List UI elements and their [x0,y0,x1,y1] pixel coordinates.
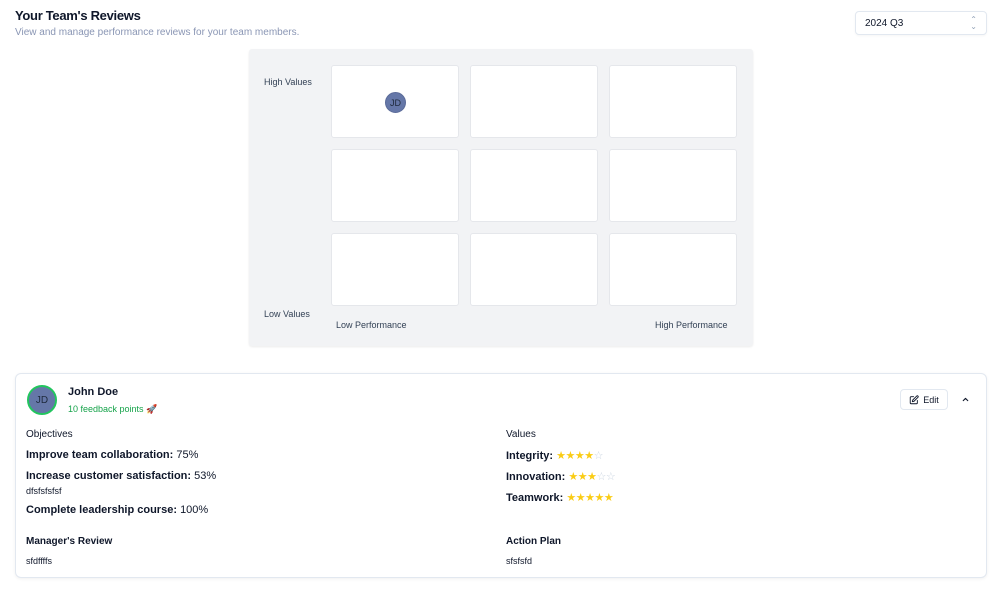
star-filled-icon: ★ [574,450,585,462]
grid-cell-mid-low[interactable] [331,149,459,222]
star-rating: ★★★☆☆ [568,471,615,483]
grid-cell-high-high[interactable] [609,65,737,138]
objective-item: Increase customer satisfaction: 53% [26,470,217,482]
y-axis-low-label: Low Values [264,309,310,319]
action-plan-heading: Action Plan [506,536,562,547]
star-filled-icon: ★ [594,492,604,504]
star-empty-icon: ☆ [596,471,606,483]
feedback-points: 10 feedback points 🚀 [68,404,158,414]
action-plan-text: sfsfsfd [506,556,533,566]
grid-cell-mid-high[interactable] [609,149,737,222]
value-item: Integrity: ★★★★☆ [506,450,604,462]
managers-review-text: sfdffffs [26,556,53,566]
page-title: Your Team's Reviews [15,8,141,23]
grid-cell-high-mid[interactable] [470,65,598,138]
edit-button-label: Edit [923,394,939,405]
avatar[interactable]: JD [385,92,406,113]
star-rating: ★★★★☆ [556,450,603,462]
member-name: John Doe [68,386,119,398]
review-card: JD John Doe 10 feedback points 🚀 Edit Ob… [15,373,987,578]
star-empty-icon: ☆ [593,450,604,462]
star-filled-icon: ★ [577,471,588,483]
chevron-up-icon [962,397,968,401]
star-empty-icon: ☆ [605,471,616,483]
nine-box-grid: High Values Low Values Low Performance H… [249,49,753,346]
star-filled-icon: ★ [584,450,594,462]
chevron-up-down-icon: ⌃ ⌄ [970,14,977,31]
collapse-button[interactable] [958,391,972,407]
star-filled-icon: ★ [603,492,614,504]
star-filled-icon: ★ [566,492,576,504]
quarter-select[interactable]: 2024 Q3 ⌃ ⌄ [855,11,987,35]
objective-item: Complete leadership course: 100% [26,504,209,516]
star-rating: ★★★★★ [566,492,613,504]
x-axis-high-label: High Performance [655,320,728,330]
objective-item: Improve team collaboration: 75% [26,449,199,461]
grid-cell-high-low[interactable]: JD [331,65,459,138]
page-subtitle: View and manage performance reviews for … [15,27,300,38]
star-filled-icon: ★ [556,450,566,462]
grid-cell-low-high[interactable] [609,233,737,306]
grid-cell-low-low[interactable] [331,233,459,306]
objective-note: dfsfsfsfsf [26,486,62,496]
star-filled-icon: ★ [575,492,586,504]
x-axis-low-label: Low Performance [336,320,407,330]
quarter-select-value: 2024 Q3 [865,17,904,29]
avatar: JD [27,385,57,415]
edit-icon [910,394,919,404]
star-filled-icon: ★ [565,450,576,462]
grid-cell-low-mid[interactable] [470,233,598,306]
value-item: Teamwork: ★★★★★ [506,492,614,504]
edit-button[interactable]: Edit [900,389,948,410]
star-filled-icon: ★ [568,471,578,483]
objectives-heading: Objectives [26,429,73,440]
values-heading: Values [506,429,536,440]
y-axis-high-label: High Values [264,77,312,87]
grid-cell-mid-mid[interactable] [470,149,598,222]
managers-review-heading: Manager's Review [26,536,113,547]
value-item: Innovation: ★★★☆☆ [506,471,616,483]
